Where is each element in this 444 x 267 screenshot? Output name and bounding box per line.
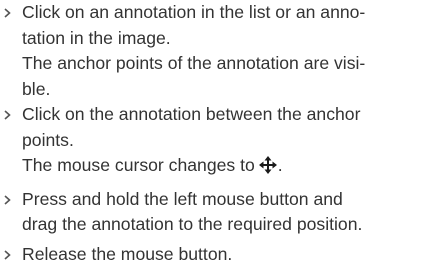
step-text-line: points. (22, 128, 444, 154)
step-2: Click on the annotation between the anch… (0, 102, 444, 153)
step-marker-icon (2, 0, 16, 26)
result-text-suffix: . (278, 155, 283, 175)
step-marker-icon (2, 102, 16, 128)
step-text-line: drag the annotation to the required posi… (22, 212, 444, 238)
instruction-list: Click on an annotation in the list or an… (0, 0, 444, 263)
step-1-result: The anchor points of the annotation are … (0, 51, 444, 102)
step-text-line: tation in the image. (22, 26, 444, 52)
step-1: Click on an annotation in the list or an… (0, 0, 444, 51)
step-text-line: Press and hold the left mouse button and (22, 187, 444, 213)
result-text-line: ble. (0, 77, 444, 103)
step-marker-icon (2, 242, 16, 267)
step-text-line: Release the mouse button. (22, 242, 444, 267)
result-text-line: The anchor points of the annotation are … (0, 51, 444, 77)
step-marker-icon (2, 187, 16, 213)
step-4: Release the mouse button. (0, 242, 444, 267)
step-text-line: Click on an annotation in the list or an… (22, 0, 444, 26)
result-text-line: The mouse cursor changes to . (0, 153, 444, 183)
move-cursor-icon (258, 155, 278, 183)
step-text-line: Click on the annotation between the anch… (22, 102, 444, 128)
step-3: Press and hold the left mouse button and… (0, 187, 444, 238)
result-text-prefix: The mouse cursor changes to (22, 155, 255, 175)
step-2-result: The mouse cursor changes to . (0, 153, 444, 183)
